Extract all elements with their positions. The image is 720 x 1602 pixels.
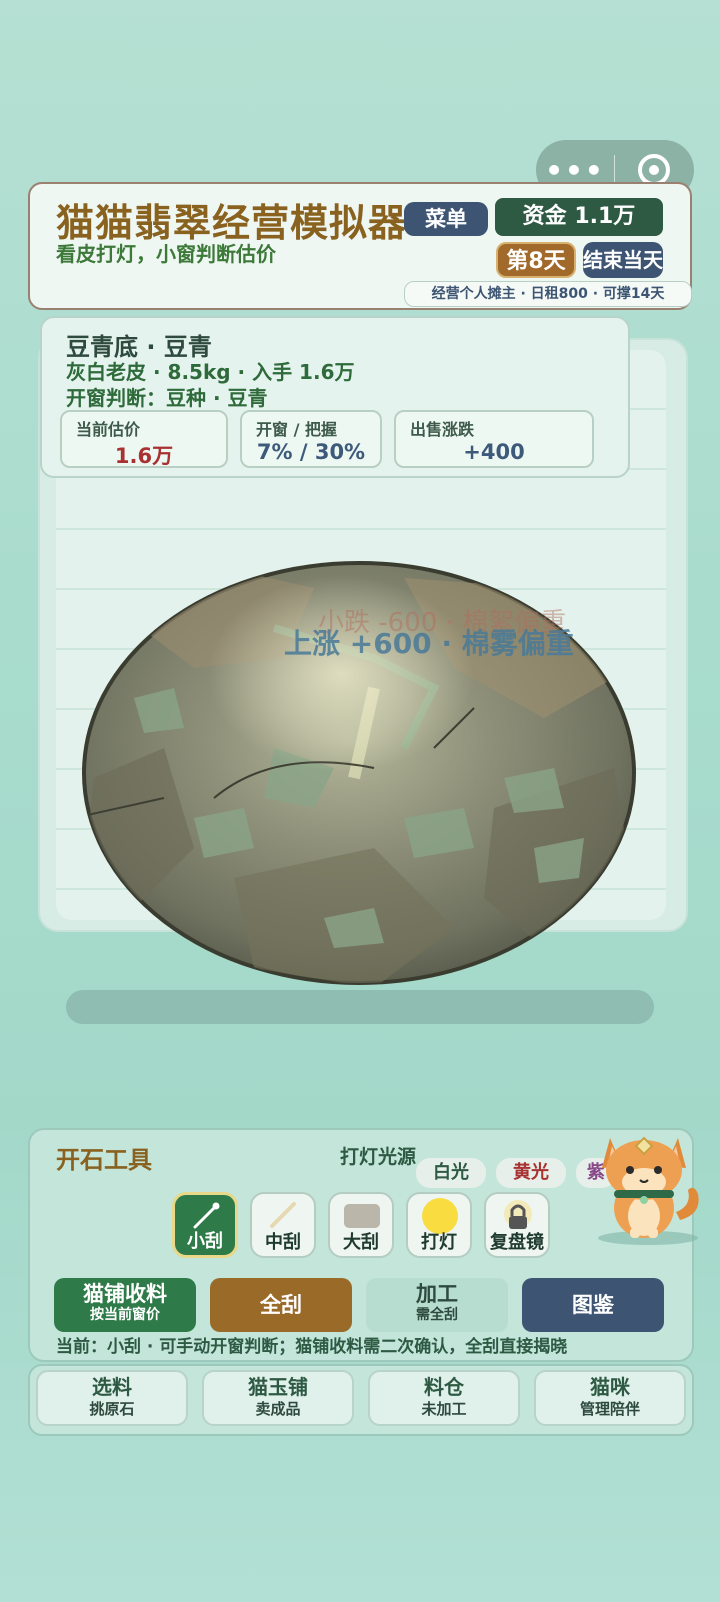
process-button[interactable]: 加工 需全刮 (366, 1278, 508, 1332)
window-judgement: 开窗判断：豆种 · 豆青 (66, 386, 268, 410)
tool-small-scraper[interactable]: 小刮 (172, 1192, 238, 1258)
scraper-medium-icon (270, 1202, 296, 1228)
stat-label: 当前估价 (76, 420, 141, 439)
tool-hint: 当前：小刮 · 可手动开窗判断；猫铺收料需二次确认，全刮直接揭晓 (56, 1337, 568, 1357)
float-text-up: 上涨 +600 · 棉雾偏重 (284, 627, 574, 660)
game-subtitle: 看皮打灯，小窗判断估价 (56, 242, 276, 266)
stat-value: +400 (463, 440, 525, 464)
end-day-button[interactable]: 结束当天 (583, 242, 663, 278)
nav-cats[interactable]: 猫咪 管理陪伴 (534, 1370, 686, 1426)
nav-label: 猫咪 (590, 1375, 630, 1399)
light-white-chip[interactable]: 白光 (416, 1158, 486, 1188)
light-source-title: 打灯光源 (340, 1146, 417, 1168)
nav-label: 猫玉铺 (248, 1375, 308, 1399)
stat-value: 7% / 30% (256, 440, 366, 464)
light-yellow-chip[interactable]: 黄光 (496, 1158, 566, 1188)
cat-mascot[interactable] (592, 1124, 708, 1246)
stat-label: 出售涨跌 (410, 420, 475, 439)
day-badge: 第8天 (496, 242, 576, 278)
nav-sublabel: 管理陪伴 (579, 1400, 640, 1418)
action-sublabel: 按当前窗价 (90, 1307, 160, 1323)
scraper-large-icon (344, 1204, 380, 1228)
tool-review-lens[interactable]: 复盘镜 (484, 1192, 550, 1258)
tool-label: 复盘镜 (490, 1232, 544, 1253)
stat-sale-change: 出售涨跌 +400 (394, 410, 594, 468)
stat-label: 开窗 / 把握 (256, 420, 337, 439)
action-label: 猫铺收料 (83, 1282, 167, 1306)
tools-title: 开石工具 (56, 1145, 152, 1174)
tool-label: 小刮 (187, 1231, 223, 1252)
stone-description: 灰白老皮 · 8.5kg · 入手 1.6万 (66, 360, 355, 384)
cat-shop-buy-button[interactable]: 猫铺收料 按当前窗价 (54, 1278, 196, 1332)
nav-select-stone[interactable]: 选料 挑原石 (36, 1370, 188, 1426)
catalog-button[interactable]: 图鉴 (522, 1278, 664, 1332)
nav-sublabel: 未加工 (421, 1400, 467, 1418)
nav-label: 选料 (92, 1375, 132, 1399)
nav-warehouse[interactable]: 料仓 未加工 (368, 1370, 520, 1426)
action-label: 全刮 (260, 1293, 302, 1317)
nav-label: 料仓 (424, 1375, 464, 1399)
action-sublabel: 需全刮 (416, 1307, 458, 1323)
nav-cat-jade-shop[interactable]: 猫玉铺 卖成品 (202, 1370, 354, 1426)
tool-lamp[interactable]: 打灯 (406, 1192, 472, 1258)
tool-label: 中刮 (265, 1232, 301, 1253)
nav-sublabel: 卖成品 (255, 1400, 301, 1418)
action-label: 加工 (416, 1282, 458, 1306)
menu-button[interactable]: 菜单 (404, 202, 488, 236)
funds-badge: 资金 1.1万 (495, 198, 663, 236)
tool-large-scraper[interactable]: 大刮 (328, 1192, 394, 1258)
lock-lens-icon (504, 1200, 532, 1229)
stat-current-estimate: 当前估价 1.6万 (60, 410, 228, 468)
status-line: 经营个人摊主 · 日租800 · 可撑14天 (404, 281, 692, 307)
stat-value: 1.6万 (114, 444, 174, 468)
tool-label: 大刮 (343, 1232, 379, 1253)
tool-label: 打灯 (421, 1232, 457, 1253)
progress-track (66, 990, 654, 1024)
action-label: 图鉴 (572, 1293, 614, 1317)
stat-window-confidence: 开窗 / 把握 7% / 30% (240, 410, 382, 468)
scrape-all-button[interactable]: 全刮 (210, 1278, 352, 1332)
tool-medium-scraper[interactable]: 中刮 (250, 1192, 316, 1258)
nav-sublabel: 挑原石 (89, 1400, 135, 1418)
